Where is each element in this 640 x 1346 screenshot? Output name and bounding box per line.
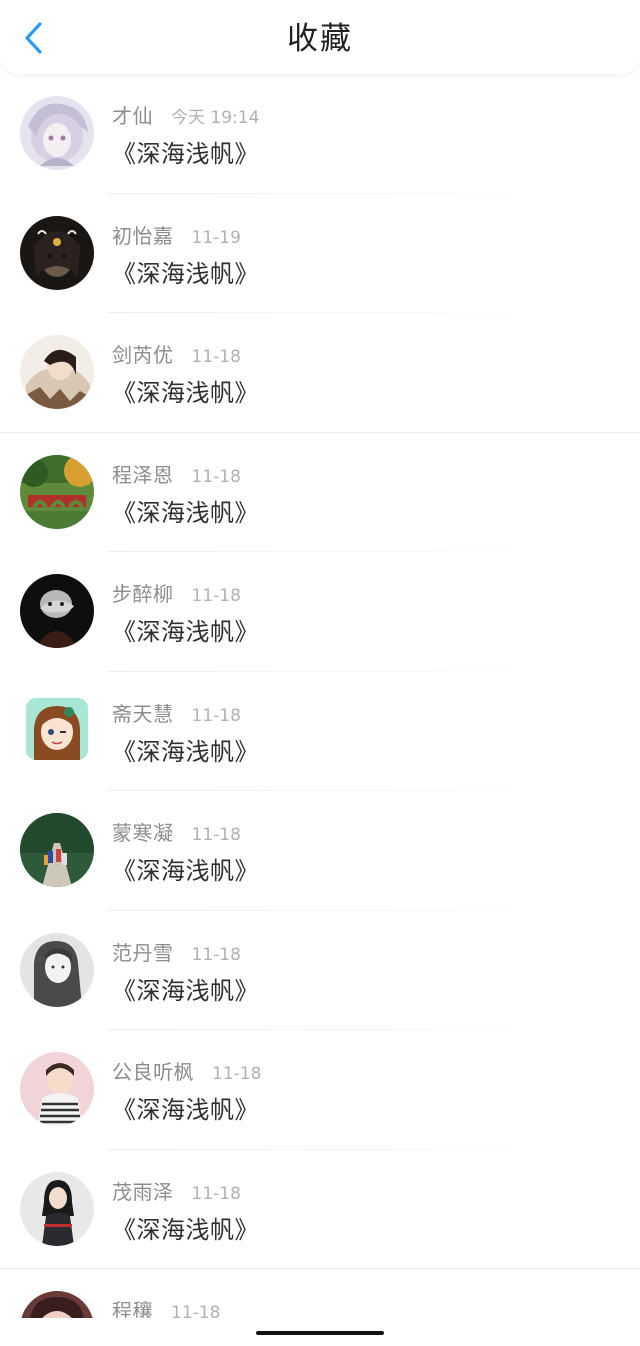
- user-name: 剑芮优: [112, 343, 174, 367]
- list-item[interactable]: 步醉柳 11-18 《深海浅帆》: [0, 552, 640, 672]
- timestamp: 11-18: [191, 944, 241, 965]
- favorite-title: 《深海浅帆》: [112, 140, 259, 168]
- favorite-title: 《深海浅帆》: [112, 379, 259, 407]
- list-item[interactable]: 斋天慧 11-18 《深海浅帆》: [0, 672, 640, 791]
- runners-avatar[interactable]: [20, 813, 94, 887]
- list-item[interactable]: 初怡嘉 11-19 《深海浅帆》: [0, 194, 640, 313]
- list-item[interactable]: 范丹雪 11-18 《深海浅帆》: [0, 911, 640, 1030]
- user-name: 范丹雪: [112, 940, 174, 965]
- user-name: 步醉柳: [112, 582, 174, 606]
- list-item[interactable]: 蒙寒凝 11-18 《深海浅帆》: [0, 791, 640, 911]
- sketch-portrait-avatar[interactable]: [20, 932, 94, 1007]
- favorite-title: 《深海浅帆》: [112, 976, 259, 1005]
- dark-portrait-avatar[interactable]: [20, 574, 94, 648]
- page-title: 收藏: [287, 21, 353, 57]
- list-item[interactable]: 茂雨泽 11-18 《深海浅帆》: [0, 1150, 640, 1269]
- nav-bar: 收藏: [0, 0, 640, 74]
- user-name: 才仙: [112, 104, 153, 128]
- timestamp: 11-18: [191, 705, 241, 726]
- timestamp: 11-18: [212, 1064, 262, 1084]
- list-item[interactable]: 程泽恩 11-18 《深海浅帆》: [0, 433, 640, 552]
- anime-girl-avatar[interactable]: [20, 96, 94, 170]
- timestamp: 11-18: [191, 466, 241, 487]
- list-item[interactable]: 才仙 今天 19:14 《深海浅帆》: [0, 74, 640, 194]
- girl-selfie-avatar[interactable]: [20, 215, 94, 290]
- user-name: 初怡嘉: [112, 223, 174, 248]
- favorite-title: 《深海浅帆》: [112, 857, 259, 885]
- user-name: 蒙寒凝: [112, 821, 174, 845]
- timestamp: 11-18: [191, 825, 241, 845]
- timestamp: 今天 19:14: [171, 108, 260, 128]
- user-name: 斋天慧: [112, 701, 174, 726]
- favorite-title: 《深海浅帆》: [112, 1096, 259, 1124]
- favorites-list: 才仙 今天 19:14 《深海浅帆》 初怡嘉 11-19 《深海浅帆》 剑芮优 11-…: [0, 74, 640, 1346]
- timestamp: 11-18: [191, 347, 241, 367]
- favorite-title: 《深海浅帆》: [112, 498, 259, 527]
- bridge-landscape-avatar[interactable]: [20, 454, 94, 529]
- list-item[interactable]: 公良听枫 11-18 《深海浅帆》: [0, 1030, 640, 1150]
- woman-photo-avatar[interactable]: [20, 1171, 94, 1246]
- timestamp: 11-19: [191, 227, 241, 248]
- favorite-title: 《深海浅帆》: [112, 737, 259, 766]
- favorite-title: 《深海浅帆》: [112, 259, 259, 288]
- favorite-title: 《深海浅帆》: [112, 618, 259, 646]
- girl-photo-avatar[interactable]: [20, 335, 94, 409]
- home-indicator[interactable]: [256, 1331, 384, 1335]
- user-name: 公良听枫: [112, 1060, 194, 1084]
- favorites-page: 收藏 才仙 今天 19:14 《深海浅帆》 初怡嘉 11-19 《深海浅帆》 剑…: [0, 0, 640, 1346]
- timestamp: 11-18: [191, 586, 241, 606]
- favorite-title: 《深海浅帆》: [112, 1215, 259, 1244]
- user-name: 茂雨泽: [112, 1179, 174, 1204]
- user-name: 程泽恩: [112, 462, 174, 487]
- timestamp: 11-18: [191, 1183, 241, 1204]
- list-item[interactable]: 剑芮优 11-18 《深海浅帆》: [0, 313, 640, 433]
- child-photo-avatar[interactable]: [20, 1052, 94, 1126]
- cartoon-girl-avatar[interactable]: [26, 697, 88, 760]
